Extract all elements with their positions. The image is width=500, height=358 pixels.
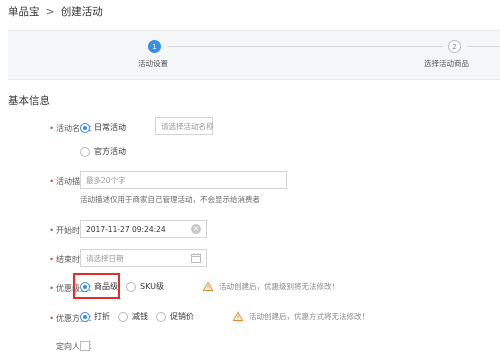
step-2-label: 选择活动商品 xyxy=(424,59,469,68)
activity-type-daily[interactable]: 日常活动 xyxy=(80,122,126,133)
discount-method-reduce[interactable]: 减钱 xyxy=(118,311,148,322)
discount-level-sku[interactable]: SKU级 xyxy=(126,281,164,292)
activity-desc-input[interactable]: 最多20个字 xyxy=(80,171,287,189)
discount-method-promo-price[interactable]: 促销价 xyxy=(156,311,194,322)
warning-triangle-icon xyxy=(233,312,243,321)
steps-bar: 1 活动设置 2 选择活动商品 xyxy=(8,30,500,80)
radio-icon[interactable] xyxy=(80,146,90,157)
section-title: 基本信息 xyxy=(8,95,50,107)
required-mark: • xyxy=(49,255,54,264)
breadcrumb-root[interactable]: 单品宝 xyxy=(8,4,40,19)
breadcrumb: 单品宝 > 创建活动 xyxy=(8,4,103,19)
discount-level-item[interactable]: 商品级 xyxy=(80,281,118,292)
target-group-checkbox[interactable] xyxy=(80,341,90,351)
radio-icon[interactable] xyxy=(126,281,136,292)
radio-icon[interactable] xyxy=(156,311,166,322)
calendar-icon[interactable] xyxy=(191,253,201,263)
radio-icon[interactable] xyxy=(80,311,90,322)
radio-icon[interactable] xyxy=(80,281,90,292)
activity-type-official[interactable]: 官方活动 xyxy=(80,146,126,157)
clear-icon[interactable]: × xyxy=(191,224,201,234)
discount-level-warning: 活动创建后，优惠级别将无法修改！ xyxy=(203,281,339,292)
discount-method-discount[interactable]: 打折 xyxy=(80,311,110,322)
required-mark: • xyxy=(49,284,54,293)
required-mark: • xyxy=(49,314,54,323)
step-connector xyxy=(168,46,443,47)
warning-triangle-icon xyxy=(203,282,213,291)
start-time-input[interactable]: 2017-11-27 09:24:24 × xyxy=(80,220,207,238)
step-connector-trailing xyxy=(467,46,500,47)
radio-icon[interactable] xyxy=(118,311,128,322)
end-time-input[interactable]: 请选择日期 xyxy=(80,249,207,267)
step-2-indicator: 2 xyxy=(448,40,461,53)
radio-icon[interactable] xyxy=(80,122,90,133)
activity-desc-hint: 活动描述仅用于商家自己管理活动，不会显示给消费者 xyxy=(80,195,260,204)
activity-name-input[interactable]: 请选择活动名称 xyxy=(155,117,214,135)
step-1-label: 活动设置 xyxy=(138,59,168,68)
required-mark: • xyxy=(49,226,54,235)
breadcrumb-current: 创建活动 xyxy=(60,6,103,18)
required-mark: • xyxy=(49,124,54,133)
discount-method-warning: 活动创建后，优惠方式将无法修改！ xyxy=(233,311,369,322)
required-mark: • xyxy=(49,177,54,186)
step-1-indicator: 1 xyxy=(148,40,161,53)
breadcrumb-separator: > xyxy=(45,5,55,18)
